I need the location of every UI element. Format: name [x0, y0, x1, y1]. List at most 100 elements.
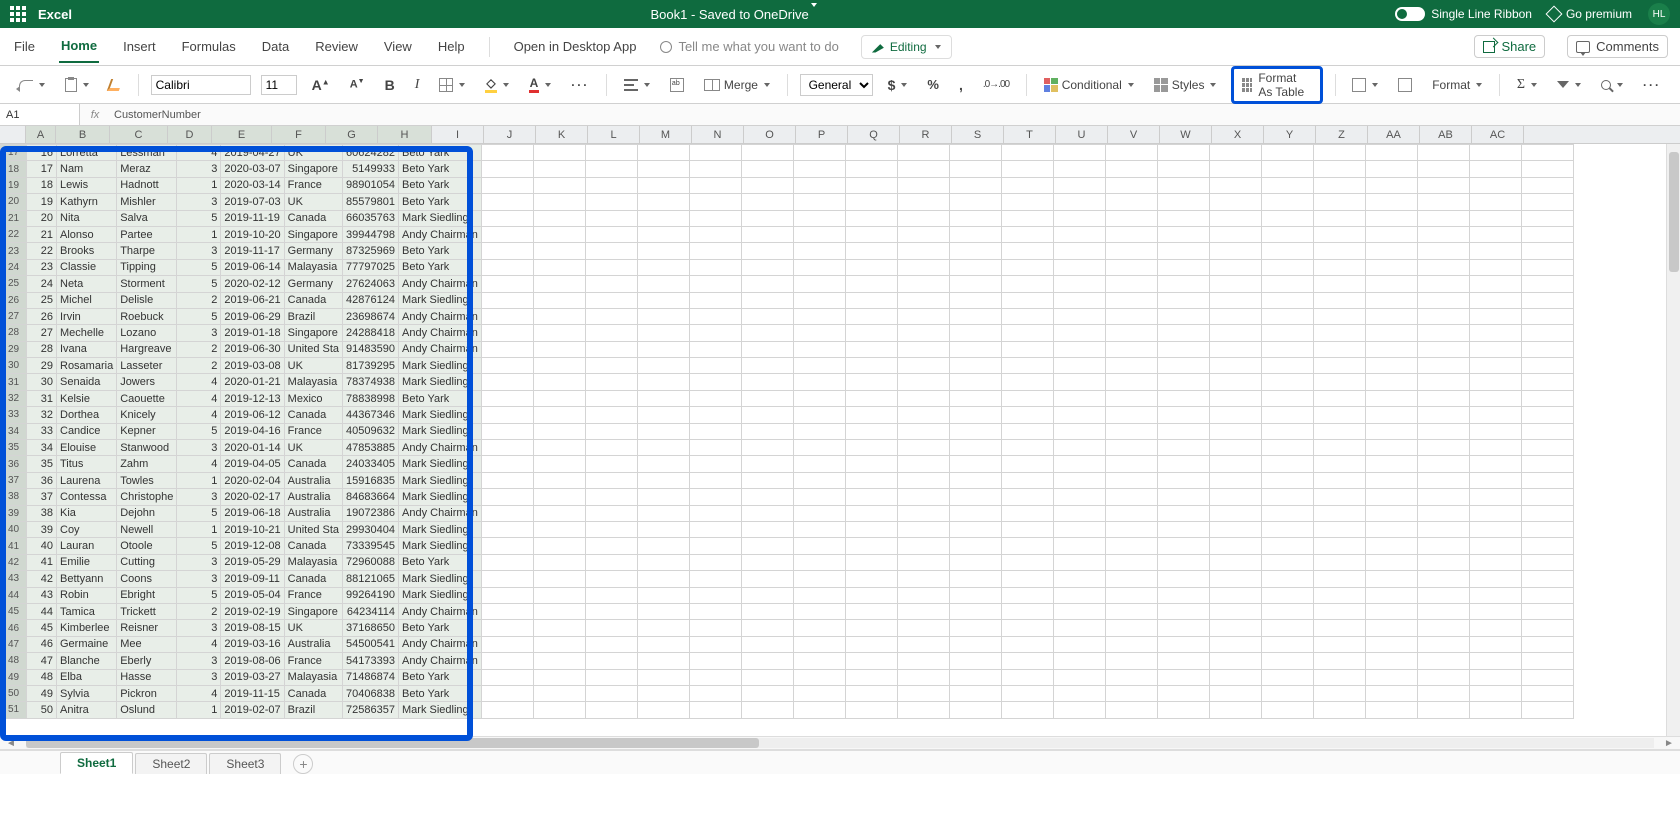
cell[interactable]	[793, 243, 845, 259]
cell[interactable]	[949, 292, 1001, 308]
cell[interactable]	[845, 390, 897, 406]
cell[interactable]	[1417, 210, 1469, 226]
column-header-Y[interactable]: Y	[1264, 126, 1316, 143]
fill-color-button[interactable]: ◇	[480, 73, 513, 96]
cell[interactable]: UK	[284, 620, 342, 636]
cell[interactable]: Jowers	[117, 374, 177, 390]
cell[interactable]: 66035763	[343, 210, 399, 226]
cell[interactable]	[533, 685, 585, 701]
cell[interactable]: Mark Siedling	[399, 538, 482, 554]
cell[interactable]	[1313, 669, 1365, 685]
cell[interactable]	[689, 489, 741, 505]
column-header-J[interactable]: J	[484, 126, 536, 143]
cell[interactable]: 22	[27, 243, 57, 259]
cell[interactable]	[1417, 653, 1469, 669]
cell[interactable]	[1417, 521, 1469, 537]
cell[interactable]	[793, 538, 845, 554]
cell[interactable]: 40	[27, 538, 57, 554]
cell[interactable]: 35	[27, 456, 57, 472]
cell[interactable]	[1365, 603, 1417, 619]
cell[interactable]	[845, 472, 897, 488]
cell[interactable]: Mishler	[117, 194, 177, 210]
cell[interactable]: Andy Chairman	[399, 653, 482, 669]
cell[interactable]: 2020-02-17	[221, 489, 284, 505]
cell[interactable]	[1365, 538, 1417, 554]
column-header-R[interactable]: R	[900, 126, 952, 143]
column-header-L[interactable]: L	[588, 126, 640, 143]
cell[interactable]	[637, 226, 689, 242]
styles-button[interactable]: Styles	[1149, 75, 1222, 95]
column-header-N[interactable]: N	[692, 126, 744, 143]
cell[interactable]	[481, 358, 533, 374]
cell[interactable]	[897, 571, 949, 587]
cell[interactable]	[1157, 308, 1209, 324]
cell[interactable]	[1105, 390, 1157, 406]
cell[interactable]	[1209, 472, 1261, 488]
cell[interactable]	[1365, 292, 1417, 308]
cell[interactable]: Malayasia	[284, 669, 342, 685]
cell[interactable]	[533, 292, 585, 308]
open-in-desktop-app[interactable]: Open in Desktop App	[512, 31, 639, 62]
cell[interactable]: Canada	[284, 210, 342, 226]
cell[interactable]: 4	[177, 636, 221, 652]
cell[interactable]	[1105, 521, 1157, 537]
cell[interactable]	[1001, 702, 1053, 718]
cell[interactable]	[1417, 161, 1469, 177]
comma-button[interactable]: ,	[954, 74, 968, 96]
cell[interactable]	[1313, 538, 1365, 554]
cell[interactable]: 47	[27, 653, 57, 669]
cell[interactable]: Australia	[284, 489, 342, 505]
cell[interactable]: 27	[27, 325, 57, 341]
cell[interactable]	[637, 177, 689, 193]
cell[interactable]	[1261, 292, 1313, 308]
cell[interactable]	[793, 145, 845, 161]
cell[interactable]	[949, 636, 1001, 652]
user-avatar[interactable]: HL	[1648, 3, 1670, 25]
cell[interactable]	[1313, 276, 1365, 292]
cell[interactable]	[1313, 145, 1365, 161]
row-header[interactable]: 25	[1, 276, 27, 292]
row-header[interactable]: 27	[1, 308, 27, 324]
cell[interactable]	[1001, 685, 1053, 701]
cell[interactable]	[741, 145, 793, 161]
cell[interactable]: 3	[177, 194, 221, 210]
cell[interactable]	[1469, 341, 1521, 357]
cell[interactable]: France	[284, 177, 342, 193]
cell[interactable]: Knicely	[117, 407, 177, 423]
cell[interactable]	[1261, 456, 1313, 472]
cell[interactable]	[1261, 603, 1313, 619]
cell[interactable]: UK	[284, 194, 342, 210]
cell[interactable]	[533, 538, 585, 554]
cell[interactable]	[1521, 145, 1573, 161]
cell[interactable]	[637, 554, 689, 570]
cell[interactable]	[845, 276, 897, 292]
cell[interactable]	[637, 587, 689, 603]
cell[interactable]	[1313, 456, 1365, 472]
bold-button[interactable]: B	[380, 74, 400, 96]
editing-mode-dropdown[interactable]: Editing	[861, 35, 952, 59]
cell[interactable]: 2019-11-19	[221, 210, 284, 226]
cell[interactable]	[1209, 358, 1261, 374]
find-button[interactable]	[1596, 77, 1628, 93]
cell[interactable]	[1001, 620, 1053, 636]
cell[interactable]: 24288418	[343, 325, 399, 341]
cell[interactable]: 88121065	[343, 571, 399, 587]
cell[interactable]	[1261, 407, 1313, 423]
column-header-AA[interactable]: AA	[1368, 126, 1420, 143]
cell[interactable]: Ebright	[117, 587, 177, 603]
cell[interactable]	[741, 325, 793, 341]
cell[interactable]	[1105, 587, 1157, 603]
cell[interactable]	[793, 620, 845, 636]
formula-input[interactable]: CustomerNumber	[110, 109, 1680, 121]
cell[interactable]: 49	[27, 685, 57, 701]
cell[interactable]	[481, 636, 533, 652]
cell[interactable]: 5	[177, 538, 221, 554]
cell[interactable]: 64234114	[343, 603, 399, 619]
cell[interactable]	[1469, 669, 1521, 685]
cell[interactable]	[1365, 390, 1417, 406]
cell[interactable]	[585, 226, 637, 242]
cell[interactable]	[1521, 538, 1573, 554]
cell[interactable]	[585, 538, 637, 554]
cell[interactable]	[1469, 325, 1521, 341]
cell[interactable]	[1157, 194, 1209, 210]
